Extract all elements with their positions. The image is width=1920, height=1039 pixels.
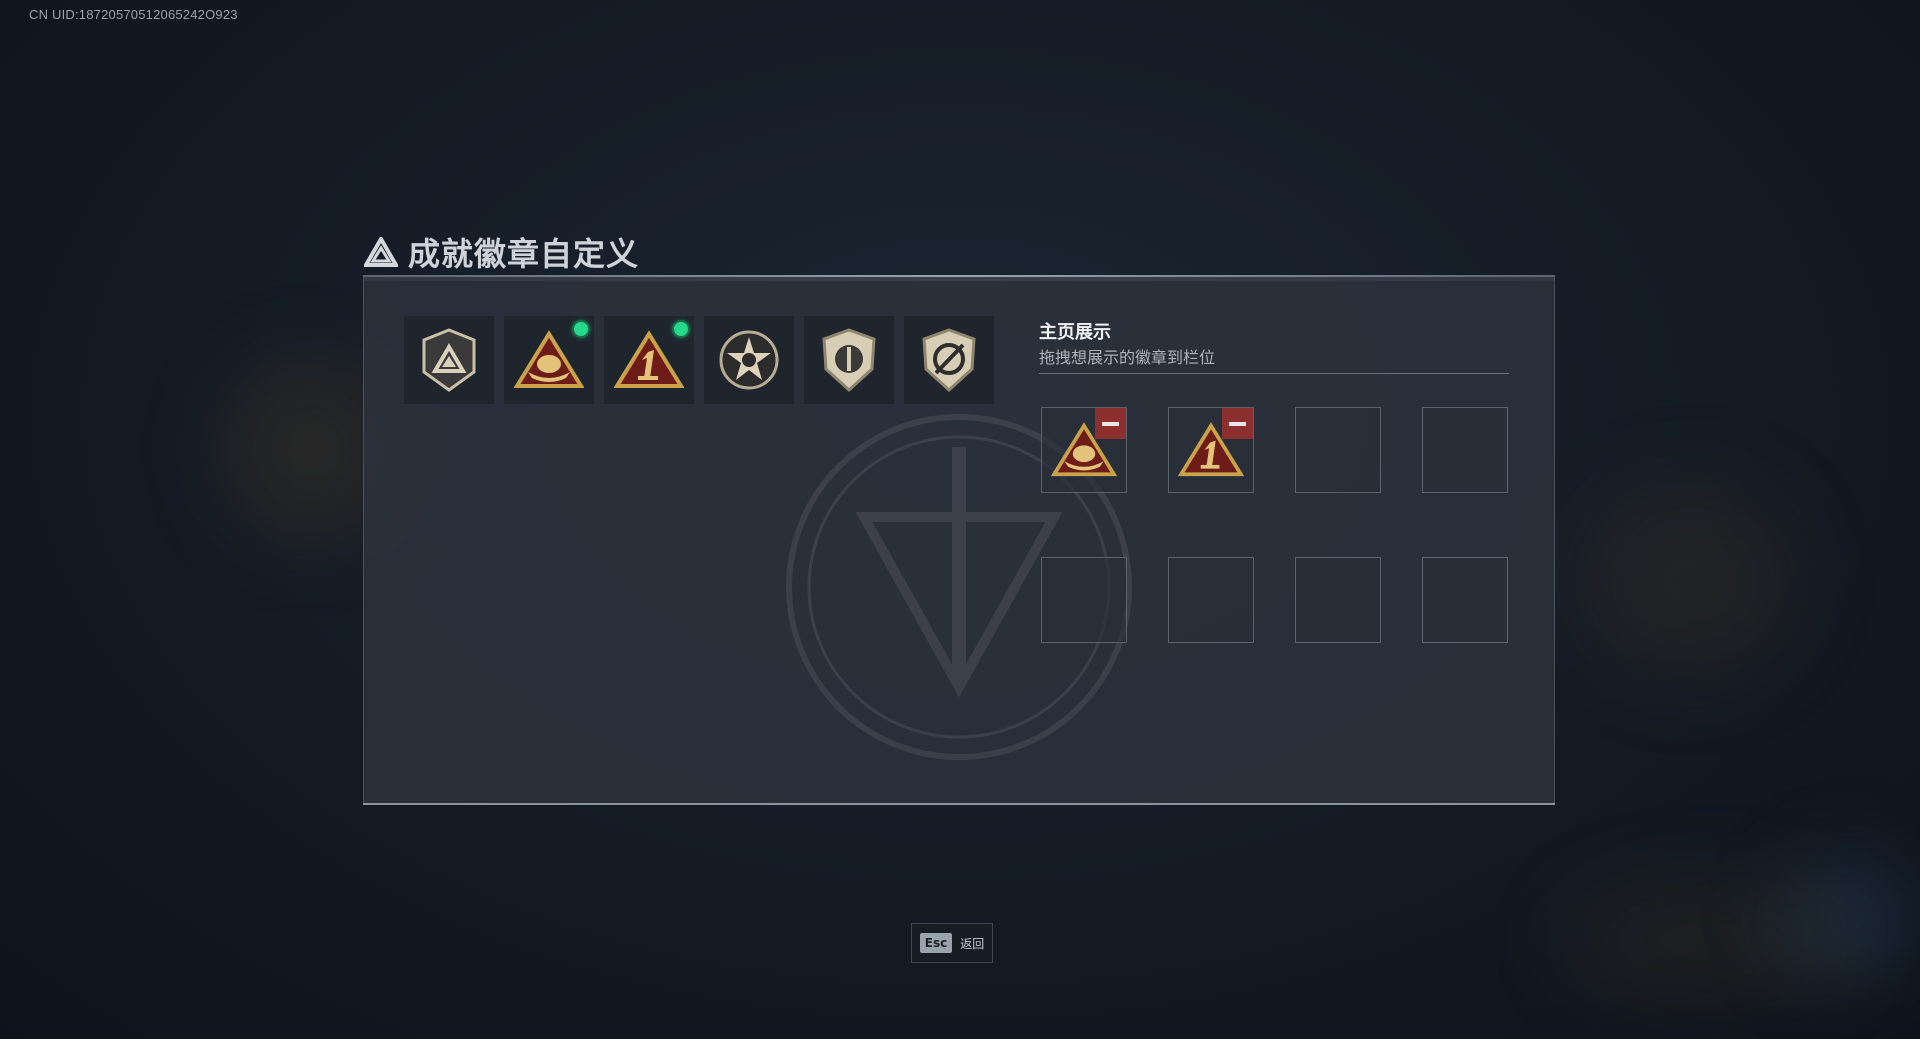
page-header: 成就徽章自定义 <box>364 230 639 274</box>
showcase-slot-empty[interactable] <box>1422 557 1508 643</box>
panel-bottom-border <box>363 803 1555 805</box>
minus-icon <box>1102 421 1119 426</box>
minus-icon <box>1229 421 1246 426</box>
showcase-slot-grid <box>1041 407 1508 643</box>
showcase-slot-empty[interactable] <box>1295 407 1381 493</box>
back-button[interactable]: Esc 返回 <box>911 923 993 963</box>
badge-item[interactable] <box>404 316 494 404</box>
triangle-emblem-icon <box>364 237 398 267</box>
number-one-triangle-badge-icon <box>614 330 684 388</box>
badge-customize-panel: 主页展示 拖拽想展示的徽章到栏位 <box>363 277 1555 804</box>
esc-key-hint: Esc <box>919 933 953 953</box>
crossed-circle-badge-icon <box>922 328 976 393</box>
remove-badge-button[interactable] <box>1222 408 1253 439</box>
showcase-subtitle: 拖拽想展示的徽章到栏位 <box>1039 350 1216 367</box>
badge-item[interactable] <box>604 316 694 404</box>
shield-emblem-badge-icon <box>822 328 876 393</box>
showcase-slot-empty[interactable] <box>1295 557 1381 643</box>
back-label: 返回 <box>960 936 985 951</box>
showcase-slot[interactable] <box>1041 407 1127 493</box>
remove-badge-button[interactable] <box>1095 408 1126 439</box>
badge-item[interactable] <box>504 316 594 404</box>
showcase-slot-empty[interactable] <box>1041 557 1127 643</box>
divider <box>1039 373 1509 374</box>
page-title: 成就徽章自定义 <box>408 236 640 272</box>
uid-label: CN UID:18720570512065242O923 <box>29 7 238 22</box>
badge-item[interactable] <box>704 316 794 404</box>
boat-triangle-badge-icon <box>514 330 584 388</box>
star-medal-badge-icon <box>719 330 779 390</box>
badge-item[interactable] <box>804 316 894 404</box>
showcase-slot-empty[interactable] <box>1168 557 1254 643</box>
badge-item[interactable] <box>904 316 994 404</box>
showcase-title: 主页展示 <box>1039 322 1111 342</box>
new-indicator-dot <box>674 322 688 336</box>
badge-inventory <box>404 316 994 404</box>
showcase-slot-empty[interactable] <box>1422 407 1508 493</box>
new-indicator-dot <box>574 322 588 336</box>
showcase-slot[interactable] <box>1168 407 1254 493</box>
shield-triangle-badge-icon <box>422 328 476 392</box>
